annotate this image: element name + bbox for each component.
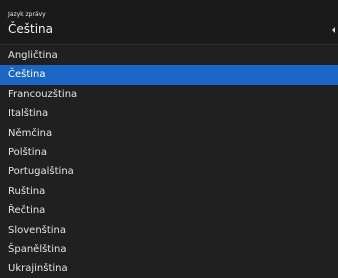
language-option-anglictina[interactable]: Angličtina (0, 46, 338, 65)
language-option-spanelstina[interactable]: Španělština (0, 240, 338, 259)
language-option-francouzstina[interactable]: Francouzština (0, 85, 338, 104)
selected-language-value: Čeština (8, 22, 54, 36)
language-option-portugalstina[interactable]: Portugalština (0, 162, 338, 181)
language-options-list: Angličtina Čeština Francouzština Italšti… (0, 46, 338, 278)
language-option-cestina[interactable]: Čeština (0, 65, 338, 85)
caret-left-icon[interactable] (332, 27, 335, 33)
field-label: Jazyk zprávy (8, 11, 46, 18)
language-option-nemcina[interactable]: Němčina (0, 124, 338, 143)
language-select-window: Jazyk zprávy Čeština Angličtina Čeština … (0, 0, 338, 278)
language-select-field[interactable]: Jazyk zprávy Čeština (0, 0, 338, 45)
language-option-polstina[interactable]: Polština (0, 143, 338, 162)
language-option-ukrajinstina[interactable]: Ukrajinština (0, 259, 338, 278)
language-option-rectina[interactable]: Řečtina (0, 201, 338, 220)
language-option-italstina[interactable]: Italština (0, 104, 338, 123)
language-option-slovenstina[interactable]: Slovenština (0, 221, 338, 240)
language-option-rustina[interactable]: Ruština (0, 182, 338, 201)
